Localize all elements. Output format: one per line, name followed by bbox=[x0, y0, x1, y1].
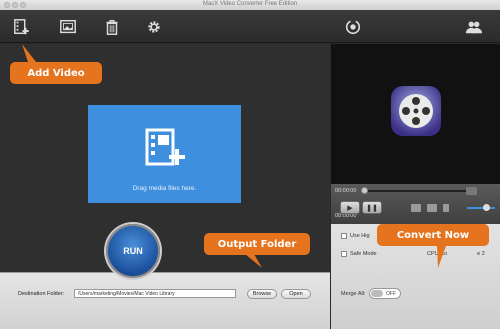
volume-knob[interactable] bbox=[483, 204, 490, 211]
update-icon[interactable] bbox=[343, 17, 363, 37]
toolbar bbox=[0, 10, 500, 43]
output-bar: Destination Folder: /Users/marketing/Mov… bbox=[0, 272, 330, 329]
folder-icon[interactable] bbox=[427, 204, 437, 212]
seek-bar[interactable] bbox=[363, 190, 467, 192]
use-high-quality-option[interactable]: Use Hig bbox=[341, 233, 370, 239]
player-controls: 00:00:00 00:00:00 ▶ ❚❚ bbox=[331, 184, 500, 224]
film-reel-icon bbox=[391, 86, 441, 136]
merge-all-label: Merge All: bbox=[341, 291, 366, 297]
trash-icon[interactable] bbox=[102, 17, 122, 37]
add-photo-icon[interactable] bbox=[58, 17, 78, 37]
video-preview bbox=[331, 44, 500, 184]
drop-hint: Drag media files here. bbox=[132, 185, 197, 192]
safe-mode-checkbox[interactable] bbox=[341, 251, 347, 257]
add-video-icon[interactable] bbox=[12, 17, 32, 37]
play-button[interactable]: ▶ bbox=[340, 201, 360, 214]
users-icon[interactable] bbox=[464, 17, 484, 37]
volume-slider[interactable] bbox=[467, 207, 495, 209]
preview-pane: 00:00:00 00:00:00 ▶ ❚❚ Use Hig Safe Mode bbox=[331, 44, 500, 329]
volume-icon bbox=[443, 204, 449, 212]
add-media-icon bbox=[145, 128, 185, 166]
cpu-value: e 2 bbox=[477, 251, 485, 257]
camera-icon[interactable] bbox=[411, 204, 421, 212]
toggle-knob bbox=[371, 290, 383, 297]
safe-mode-label: Safe Mode bbox=[350, 251, 377, 257]
destination-label: Destination Folder: bbox=[18, 291, 65, 297]
title-bar: MacX Video Converter Free Edition bbox=[0, 0, 500, 10]
convert-now-callout: Convert Now bbox=[377, 224, 489, 246]
current-time: 00:00:00 bbox=[335, 188, 357, 194]
seek-knob[interactable] bbox=[361, 187, 368, 194]
merge-toggle-state: OFF bbox=[386, 291, 396, 297]
destination-folder-field[interactable]: /Users/marketing/Movies/Mac Video Librar… bbox=[74, 289, 236, 298]
run-button[interactable]: RUN bbox=[106, 224, 160, 278]
add-video-callout: Add Video bbox=[10, 62, 102, 84]
pause-button[interactable]: ❚❚ bbox=[362, 201, 382, 214]
cpu-core-select[interactable]: CPU Co e 2 bbox=[427, 251, 485, 257]
use-high-checkbox[interactable] bbox=[341, 233, 347, 239]
safe-mode-option[interactable]: Safe Mode bbox=[341, 251, 377, 257]
gear-icon[interactable] bbox=[144, 17, 164, 37]
use-high-label: Use Hig bbox=[350, 233, 370, 239]
open-button[interactable]: Open bbox=[281, 289, 311, 299]
output-folder-callout: Output Folder bbox=[204, 233, 310, 255]
browse-button[interactable]: Browse bbox=[247, 289, 277, 299]
merge-all-toggle[interactable]: OFF bbox=[369, 288, 401, 299]
app-window: MacX Video Converter Free Edition Drag m… bbox=[0, 0, 500, 329]
cpu-label: CPU Co bbox=[427, 251, 448, 257]
drop-zone[interactable]: Drag media files here. bbox=[88, 105, 241, 203]
snapshot-icon[interactable] bbox=[466, 187, 477, 195]
window-title: MacX Video Converter Free Edition bbox=[202, 1, 298, 7]
